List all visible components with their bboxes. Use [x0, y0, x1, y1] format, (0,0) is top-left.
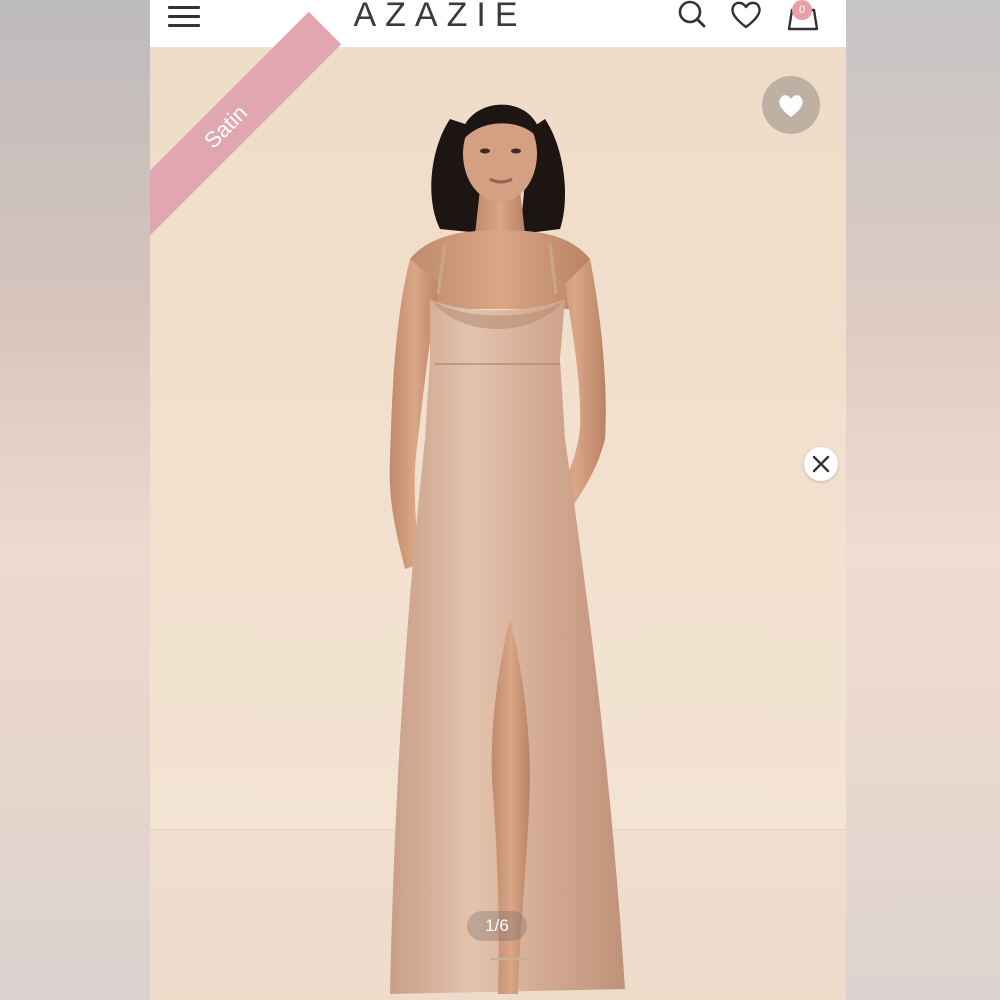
- hamburger-menu-icon[interactable]: [168, 3, 202, 29]
- product-image-carousel[interactable]: Satin 1/6: [150, 11, 846, 1000]
- model-in-satin-dress-photo: [389, 104, 625, 994]
- phone-screen: AZAZIE 0 Satin 1/6: [150, 0, 846, 1000]
- shopping-bag-icon[interactable]: 0: [780, 0, 824, 32]
- blurred-left-border: [0, 0, 150, 1000]
- close-icon[interactable]: [804, 447, 838, 481]
- image-counter: 1/6: [467, 911, 527, 941]
- blurred-right-border: [846, 0, 1000, 1000]
- heart-icon[interactable]: [728, 0, 764, 32]
- wishlist-heart-icon[interactable]: [762, 76, 820, 134]
- cart-count-badge: 0: [792, 0, 812, 20]
- top-nav-bar: AZAZIE 0: [150, 0, 846, 48]
- brand-logo[interactable]: AZAZIE: [320, 0, 560, 35]
- search-icon[interactable]: [674, 0, 710, 32]
